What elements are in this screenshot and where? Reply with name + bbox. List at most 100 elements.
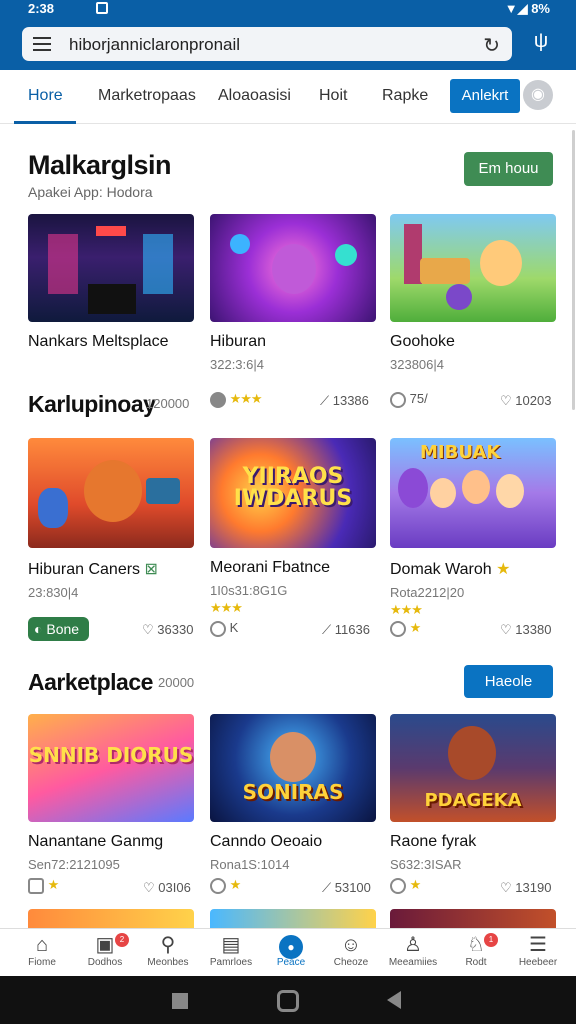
nav-home[interactable]: ⌂ Fiome: [14, 933, 70, 968]
nav-chat[interactable]: ☺ Cheoze: [323, 933, 379, 968]
game-title[interactable]: Goohoke: [390, 333, 556, 351]
star-icon: ★: [229, 877, 242, 892]
game-meta: Rota2212|20: [390, 585, 465, 600]
game-title[interactable]: Nanantane Ganmg: [28, 833, 194, 851]
game-title[interactable]: Hiburan Caners ⊠: [28, 559, 194, 579]
game-thumbnail[interactable]: [28, 214, 194, 322]
game-card[interactable]: SNNIB DIORUS Nanantane Ganmg Sen72:21210…: [28, 714, 194, 872]
game-card[interactable]: PDAGEKA Raone fyrak S632:3ISAR: [390, 714, 556, 872]
rating-value: K: [229, 620, 239, 635]
game-thumbnail[interactable]: PDAGEKA: [390, 714, 556, 822]
status-time: 2:38: [28, 1, 55, 16]
like-count: 13190: [515, 880, 552, 895]
rating-icon: [210, 877, 226, 894]
status-pill[interactable]: ◐ Bone: [28, 617, 90, 641]
scrollbar[interactable]: [572, 130, 575, 410]
reload-icon[interactable]: ↻: [483, 33, 500, 58]
game-title[interactable]: Nankars Meltsplace: [28, 333, 194, 351]
game-title[interactable]: Canndo Oeoaio: [210, 833, 376, 851]
section-title: Malkarglsin: [28, 150, 172, 180]
heart-icon: ♡: [143, 880, 155, 895]
tab-marketplace[interactable]: Marketropaas: [98, 87, 196, 105]
hamburger-menu-icon[interactable]: [33, 37, 51, 51]
game-card[interactable]: Hiburan 322:3:6|4: [210, 214, 376, 372]
notification-icon: [96, 2, 108, 14]
game-card[interactable]: Nankars Meltsplace: [28, 214, 194, 351]
rating-icon: [390, 877, 406, 894]
star-icon: ★: [47, 877, 60, 892]
heart-icon: ♡: [500, 880, 512, 895]
game-thumbnail[interactable]: [28, 438, 194, 548]
url-bar[interactable]: hiborjanniclaronpronail ↻: [22, 27, 512, 61]
game-thumbnail[interactable]: [390, 214, 556, 322]
card-stats: ♡ 13190: [500, 880, 551, 896]
tab-action-button[interactable]: Anlekrt: [450, 79, 520, 113]
microphone-icon[interactable]: ψ: [530, 30, 552, 54]
person-icon: ♙: [404, 934, 422, 956]
game-thumbnail[interactable]: [390, 909, 556, 928]
game-thumbnail[interactable]: [210, 909, 376, 928]
rating-icon: [390, 391, 406, 408]
tab-rapke[interactable]: Rapke: [382, 87, 428, 105]
game-art-title: YIIRAOS IWDARUS: [233, 464, 353, 511]
home-icon: ⌂: [35, 934, 49, 956]
card-stats: ♡ 10203: [500, 393, 551, 409]
card-stats: ★: [390, 620, 421, 637]
tab-home[interactable]: Hore: [28, 87, 63, 105]
section-action-button[interactable]: Em houu: [464, 152, 553, 186]
verified-icon: ⊠: [144, 561, 158, 578]
card-stats: 75/: [390, 391, 428, 408]
dot-icon: ●: [279, 935, 303, 959]
game-title[interactable]: Raone fyrak: [390, 833, 556, 851]
nav-label: Meonbes: [147, 957, 189, 968]
game-title[interactable]: Hiburan: [210, 333, 376, 351]
game-card[interactable]: Goohoke 323806|4: [390, 214, 556, 372]
section-subtitle: Apakei App: Hodora: [28, 184, 153, 200]
game-meta: S632:3ISAR: [390, 857, 462, 872]
nav-search[interactable]: ⚲ Meonbes: [140, 933, 196, 968]
card-stats: ★: [210, 877, 242, 894]
nav-store[interactable]: ▣ 2 Dodhos: [77, 933, 133, 968]
rating-icon: [390, 620, 406, 637]
nav-menu[interactable]: ☰ Heebeer: [510, 933, 566, 968]
home-button-icon[interactable]: [277, 990, 299, 1012]
game-card[interactable]: MIBUAK Domak Waroh ★ Rota2212|20 ★★★: [390, 438, 556, 618]
nav-label: Pamrloes: [209, 957, 253, 968]
card-stats: ⟋ 53100: [322, 880, 371, 896]
nav-gallery[interactable]: ▤ Pamrloes: [203, 933, 259, 968]
heart-icon: ♡: [500, 393, 512, 408]
tab-aloaoasisi[interactable]: Aloaoasisi: [218, 87, 291, 105]
gamepad-icon[interactable]: ◉: [523, 80, 553, 110]
recents-icon[interactable]: [172, 993, 188, 1009]
nav-profile[interactable]: ♙ Meeamiies: [385, 933, 441, 968]
heart-icon: ♡: [500, 622, 512, 637]
section-title: Karlupinoay: [28, 391, 156, 417]
nav-active[interactable]: ● Peace: [263, 933, 319, 968]
url-text[interactable]: hiborjanniclaronpronail: [69, 35, 240, 55]
game-thumbnail[interactable]: [28, 909, 194, 928]
game-title[interactable]: Domak Waroh ★: [390, 559, 556, 579]
notification-badge: 2: [115, 933, 129, 947]
game-card[interactable]: SONIRAS Canndo Oeoaio Rona1S:1014: [210, 714, 376, 872]
game-art-title: SNNIB DIORUS: [28, 743, 194, 767]
game-meta: 322:3:6|4: [210, 357, 264, 372]
system-navigation: [0, 976, 576, 1024]
back-icon[interactable]: [387, 991, 401, 1009]
nav-label: Heebeer: [518, 957, 558, 968]
section-action-button[interactable]: Haeole: [464, 665, 553, 698]
game-card[interactable]: Hiburan Caners ⊠ 23:830|4: [28, 438, 194, 600]
game-card[interactable]: YIIRAOS IWDARUS Meorani Fbatnce 1I0s31:8…: [210, 438, 376, 616]
tab-hoit[interactable]: Hoit: [319, 87, 347, 105]
game-thumbnail[interactable]: MIBUAK: [390, 438, 556, 548]
card-stats: ⟋ 13386: [320, 393, 369, 409]
notification-badge: 1: [484, 933, 498, 947]
game-art-title: PDAGEKA: [424, 790, 522, 811]
menu-icon: ☰: [529, 934, 547, 956]
game-thumbnail[interactable]: YIIRAOS IWDARUS: [210, 438, 376, 548]
game-thumbnail[interactable]: SNNIB DIORUS: [28, 714, 194, 822]
game-title[interactable]: Meorani Fbatnce: [210, 559, 376, 577]
section-count: 20000: [158, 675, 195, 690]
game-thumbnail[interactable]: [210, 214, 376, 322]
nav-notifications[interactable]: ♘ 1 Rodt: [448, 933, 504, 968]
game-thumbnail[interactable]: SONIRAS: [210, 714, 376, 822]
